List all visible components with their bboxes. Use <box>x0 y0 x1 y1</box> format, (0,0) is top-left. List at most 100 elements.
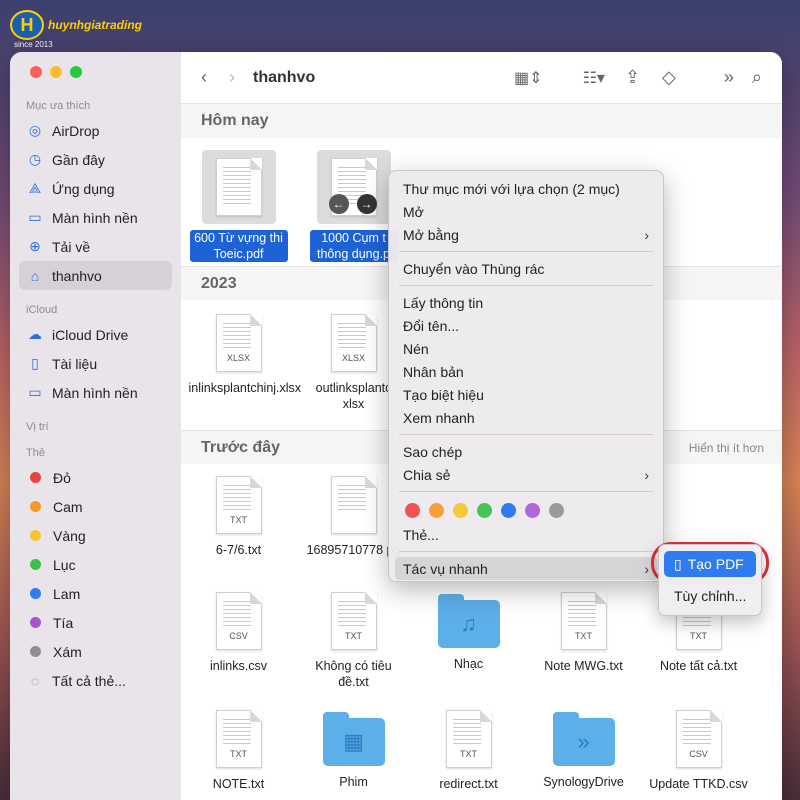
context-menu-item[interactable]: Chia sẻ › <box>389 463 663 486</box>
sidebar-item[interactable]: ◷ Gần đây <box>19 145 172 174</box>
tag-icon[interactable]: ◇ <box>662 67 676 88</box>
sidebar-section-title: Mục ưa thích <box>26 100 91 112</box>
home-icon: ⌂ <box>30 267 40 284</box>
file-extension: TXT <box>345 631 362 641</box>
group-title: Hôm nay <box>201 112 269 129</box>
create-pdf-menu-item[interactable]: ▯ Tạo PDF <box>664 551 756 577</box>
context-menu-item[interactable]: Đổi tên... <box>389 314 663 337</box>
sidebar-item[interactable]: Đỏ <box>19 463 172 492</box>
tag-color-button[interactable] <box>477 502 492 518</box>
minimize-window-button[interactable] <box>50 66 62 78</box>
sidebar-item-label: Màn hình nền <box>52 384 138 401</box>
file-item[interactable]: TXT Note MWG.txt <box>526 592 641 706</box>
sidebar-item[interactable]: Tía <box>19 608 172 637</box>
file-name: 1000 Cụm t thông dụng.p <box>309 230 398 262</box>
sidebar-item-label: AirDrop <box>52 122 100 139</box>
show-less-link[interactable]: Hiển thị ít hơn <box>689 441 764 455</box>
context-menu-item[interactable]: Tác vụ nhanh › <box>395 557 657 580</box>
context-menu-item[interactable]: Thư mục mới với lựa chọn (2 mục) <box>389 177 663 200</box>
menu-item-label: Thư mục mới với lựa chọn (2 mục) <box>403 180 620 197</box>
menu-separator <box>399 251 653 252</box>
sidebar-item[interactable]: ▭ Màn hình nền <box>19 203 172 232</box>
sidebar-item[interactable]: ☁ iCloud Drive <box>19 320 172 349</box>
zoom-window-button[interactable] <box>70 66 82 78</box>
context-menu-item[interactable]: Tạo biệt hiệu <box>389 383 663 406</box>
forward-button[interactable]: › <box>229 67 235 88</box>
sidebar-item[interactable]: Lam <box>19 579 172 608</box>
menu-item-label: Xem nhanh <box>403 409 475 426</box>
tag-color-button[interactable] <box>549 502 564 518</box>
sidebar-item[interactable]: ⟁ Ứng dụng <box>19 174 172 203</box>
customize-menu-item[interactable]: Tùy chỉnh... <box>664 583 756 609</box>
sidebar-item[interactable]: Cam <box>19 492 172 521</box>
chevron-right-icon: › <box>644 560 649 577</box>
tag-color-button[interactable] <box>525 502 540 518</box>
tag-color-button[interactable] <box>429 502 444 518</box>
desktop-icon: ▭ <box>28 384 42 400</box>
folder-item[interactable]: ▦ Phim <box>296 710 411 800</box>
file-name: 600 Từ vựng thi Toeic.pdf <box>189 230 288 262</box>
menu-separator <box>399 285 653 286</box>
file-name: 6-7/6.txt <box>215 543 262 557</box>
sidebar-item-label: Màn hình nền <box>52 209 138 226</box>
context-menu-item[interactable]: Thẻ... <box>389 523 663 546</box>
search-icon[interactable]: ⌕ <box>752 67 762 88</box>
folder-item[interactable]: » SynologyDrive <box>526 710 641 800</box>
sidebar-item[interactable]: ▯ Tài liệu <box>19 349 172 378</box>
file-item[interactable]: TXT Không có tiêu đề.txt <box>296 592 411 706</box>
context-menu-item[interactable]: Nén <box>389 337 663 360</box>
sidebar-item[interactable]: ▭ Màn hình nền <box>19 378 172 407</box>
tag-color-button[interactable] <box>453 502 468 518</box>
brand-logo-text: huynhgiatrading <box>48 18 142 32</box>
window-controls <box>10 66 181 78</box>
sidebar-item[interactable]: ⊕ Tải về <box>19 232 172 261</box>
view-grid-icon[interactable]: ▦⇕ <box>514 68 543 88</box>
sidebar-section-title: Vị trí <box>26 421 49 433</box>
sidebar-item-label: Ứng dụng <box>52 180 115 197</box>
group-by-icon[interactable]: ☷▾ <box>583 68 605 88</box>
file-item[interactable]: CSV inlinks.csv <box>181 592 296 706</box>
context-menu-item[interactable]: Mở <box>389 200 663 223</box>
menu-item-label: Thẻ... <box>403 526 439 543</box>
document-icon: CSV <box>675 710 722 768</box>
context-menu-item[interactable]: Nhân bản <box>389 360 663 383</box>
file-item[interactable]: CSV Update TTKD.csv <box>641 710 756 800</box>
sidebar-item-label: Lam <box>53 585 81 602</box>
file-item[interactable]: XLSX inlinksplantchinj.xlsx <box>181 314 301 430</box>
tag-color-button[interactable] <box>405 502 420 518</box>
arrow-left-icon[interactable]: ← <box>328 194 349 214</box>
context-menu-item[interactable]: Mở bằng › <box>389 223 663 246</box>
file-extension: XLSX <box>341 353 365 363</box>
file-item[interactable]: TXT redirect.txt <box>411 710 526 800</box>
context-menu-item[interactable]: Sao chép <box>389 440 663 463</box>
sidebar-item-label: Vàng <box>53 527 86 544</box>
sidebar-item[interactable]: Vàng <box>19 521 172 550</box>
arrow-right-icon[interactable]: → <box>356 194 377 214</box>
sidebar-item[interactable]: Lục <box>19 550 172 579</box>
tag-color-button[interactable] <box>501 502 516 518</box>
menu-item-label: Mở bằng <box>403 226 459 243</box>
file-item[interactable]: 600 Từ vựng thi Toeic.pdf <box>181 150 296 266</box>
close-window-button[interactable] <box>30 66 42 78</box>
file-item[interactable]: TXT NOTE.txt <box>181 710 296 800</box>
folder-item[interactable]: ♫ Nhạc <box>411 592 526 706</box>
sidebar-item[interactable]: Xám <box>19 637 172 666</box>
sidebar-item[interactable]: ◎ AirDrop <box>19 116 172 145</box>
row-earlier-3: TXT NOTE.txt ▦ Phim TXT redirect.txt » Synology… <box>181 706 782 800</box>
document-icon: TXT <box>215 476 262 534</box>
file-item[interactable]: TXT 6-7/6.txt <box>181 476 296 586</box>
sidebar-item[interactable]: ◌ Tất cả thẻ... <box>19 666 172 695</box>
sidebar-item[interactable]: ⌂ thanhvo <box>19 261 172 290</box>
sidebar-item-label: Đỏ <box>53 469 71 486</box>
context-menu-item[interactable]: Xem nhanh <box>389 406 663 429</box>
back-button[interactable]: ‹ <box>201 67 207 88</box>
file-name: inlinks.csv <box>210 659 267 673</box>
context-menu-item[interactable]: Lấy thông tin <box>389 291 663 314</box>
share-icon[interactable]: ⇪ <box>625 67 640 88</box>
brand-logo-sub: since 2013 <box>14 40 53 49</box>
more-icon[interactable]: » <box>724 67 734 88</box>
brand-logo-mark: H <box>10 10 44 40</box>
menu-separator <box>399 551 653 552</box>
context-menu-item[interactable]: Chuyển vào Thùng rác <box>389 257 663 280</box>
sidebar-item-label: Cam <box>53 498 83 515</box>
